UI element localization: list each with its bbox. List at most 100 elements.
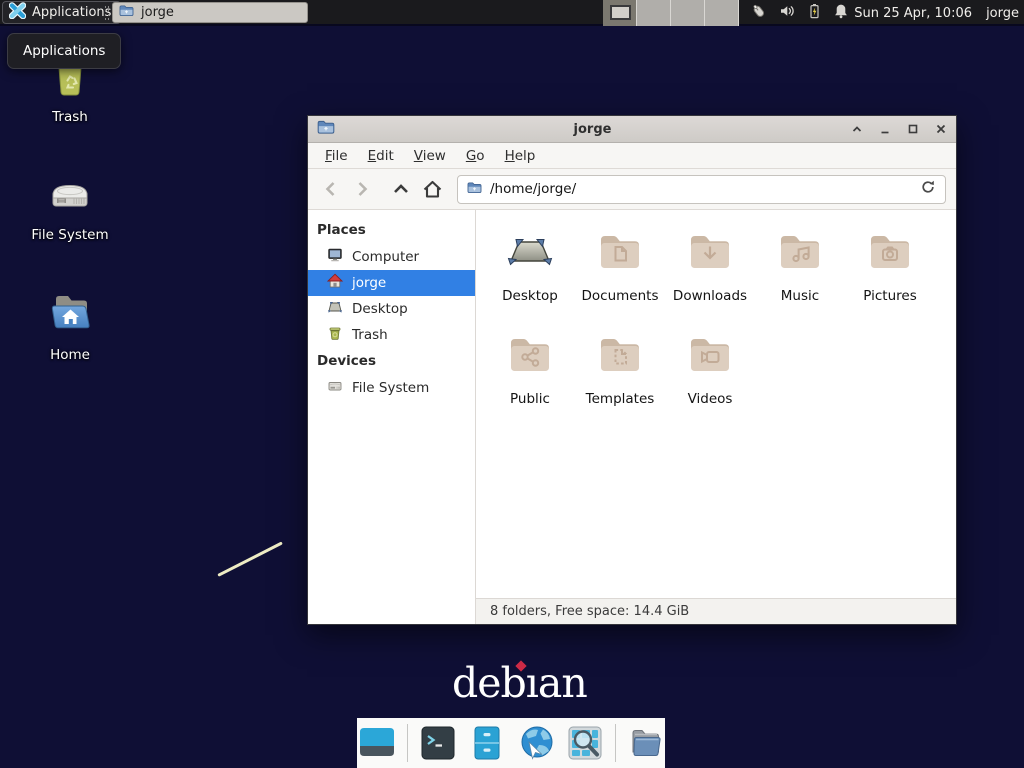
menu-help[interactable]: Help bbox=[495, 144, 546, 168]
file-item-label: Documents bbox=[582, 288, 659, 304]
sidebar-item-label: jorge bbox=[352, 275, 386, 291]
location-bar[interactable]: /home/jorge/ bbox=[457, 175, 946, 204]
pointer-device-icon[interactable] bbox=[750, 3, 768, 24]
sidebar-item-label: Computer bbox=[352, 249, 419, 265]
file-item-documents[interactable]: Documents bbox=[575, 226, 665, 304]
web-browser-icon[interactable] bbox=[517, 724, 555, 762]
directory-menu-icon[interactable] bbox=[627, 724, 665, 762]
debian-text-right: an bbox=[538, 659, 587, 707]
window-folder-icon bbox=[317, 118, 335, 140]
sidebar-item-file-system[interactable]: File System bbox=[308, 375, 475, 401]
file-item-label: Videos bbox=[688, 391, 733, 407]
desktop: Applications jorge bbox=[0, 0, 1024, 768]
xfce-logo-icon bbox=[9, 2, 26, 23]
menu-edit[interactable]: Edit bbox=[358, 144, 404, 168]
file-item-music[interactable]: Music bbox=[755, 226, 845, 304]
menu-file[interactable]: File bbox=[315, 144, 358, 168]
panel-clock[interactable]: Sun 25 Apr, 10:06 bbox=[854, 0, 972, 26]
panel-username[interactable]: jorge bbox=[986, 0, 1019, 26]
battery-icon[interactable] bbox=[807, 3, 822, 23]
sidebar-item-label: Trash bbox=[352, 327, 388, 343]
menubar: File Edit View Go Help bbox=[308, 143, 956, 169]
debian-wordmark: debıan bbox=[452, 659, 587, 707]
minimize-icon[interactable] bbox=[878, 123, 891, 136]
sidebar-item-trash[interactable]: Trash bbox=[308, 322, 475, 348]
user-home-icon bbox=[327, 273, 343, 293]
desktop-icon-label: Trash bbox=[52, 109, 88, 125]
music-folder-icon bbox=[776, 226, 824, 278]
path-text[interactable]: /home/jorge/ bbox=[490, 181, 912, 197]
hard-drive-icon bbox=[46, 168, 94, 220]
templates-folder-icon bbox=[596, 329, 644, 381]
show-desktop-icon[interactable] bbox=[358, 724, 396, 762]
desktop-surface-icon bbox=[506, 226, 554, 278]
file-manager-window: jorge File Edit View Go Help /home/jorge… bbox=[307, 115, 957, 625]
file-item-downloads[interactable]: Downloads bbox=[665, 226, 755, 304]
sidebar-item-jorge[interactable]: jorge bbox=[308, 270, 475, 296]
reload-icon[interactable] bbox=[920, 179, 936, 199]
application-finder-icon[interactable] bbox=[566, 724, 604, 762]
file-item-label: Desktop bbox=[502, 288, 558, 304]
sidebar-item-label: File System bbox=[352, 380, 429, 396]
file-item-label: Templates bbox=[586, 391, 655, 407]
shade-icon[interactable] bbox=[850, 123, 863, 136]
desktop-scratch-mark bbox=[217, 541, 283, 576]
pictures-folder-icon bbox=[866, 226, 914, 278]
home-icon[interactable] bbox=[419, 176, 445, 202]
workspace-3[interactable] bbox=[671, 0, 705, 26]
notification-bell-icon[interactable] bbox=[833, 3, 849, 23]
window-titlebar[interactable]: jorge bbox=[308, 116, 956, 143]
forward-icon[interactable] bbox=[349, 176, 375, 202]
workspace-window-preview bbox=[610, 5, 631, 20]
terminal-icon[interactable] bbox=[419, 724, 457, 762]
up-icon[interactable] bbox=[388, 176, 414, 202]
videos-folder-icon bbox=[686, 329, 734, 381]
sidebar-item-desktop[interactable]: Desktop bbox=[308, 296, 475, 322]
system-tray bbox=[750, 0, 849, 26]
document-folder-icon bbox=[596, 226, 644, 278]
top-panel: Applications jorge bbox=[0, 0, 1024, 26]
file-item-public[interactable]: Public bbox=[485, 329, 575, 407]
applications-tooltip: Applications bbox=[7, 33, 121, 69]
statusbar: 8 folders, Free space: 14.4 GiB bbox=[476, 598, 956, 624]
toolbar: /home/jorge/ bbox=[308, 169, 956, 210]
file-view[interactable]: Desktop Documents bbox=[476, 210, 956, 624]
share-folder-icon bbox=[506, 329, 554, 381]
file-item-label: Downloads bbox=[673, 288, 747, 304]
workspace-pager bbox=[603, 0, 739, 26]
workspace-4[interactable] bbox=[705, 0, 739, 26]
sidebar-item-computer[interactable]: Computer bbox=[308, 244, 475, 270]
sidebar: Places Computer bbox=[308, 210, 476, 624]
task-folder-icon bbox=[119, 3, 134, 22]
file-item-videos[interactable]: Videos bbox=[665, 329, 755, 407]
dock-separator bbox=[615, 724, 616, 762]
file-cabinet-icon[interactable] bbox=[468, 724, 506, 762]
desktop-icon-label: File System bbox=[31, 227, 108, 243]
taskbar-window-button[interactable]: jorge bbox=[112, 2, 308, 23]
file-item-pictures[interactable]: Pictures bbox=[845, 226, 935, 304]
menu-view[interactable]: View bbox=[404, 144, 456, 168]
drive-small-icon bbox=[327, 378, 343, 398]
sidebar-item-label: Desktop bbox=[352, 301, 408, 317]
desktop-icon-file-system[interactable]: File System bbox=[22, 168, 118, 243]
desktop-surface-small-icon bbox=[327, 299, 343, 319]
panel-separator-handle[interactable] bbox=[104, 5, 109, 21]
home-folder-icon bbox=[46, 288, 94, 340]
file-item-desktop[interactable]: Desktop bbox=[485, 226, 575, 304]
window-title: jorge bbox=[335, 122, 850, 137]
file-item-label: Music bbox=[781, 288, 819, 304]
workspace-1[interactable] bbox=[603, 0, 637, 26]
close-icon[interactable] bbox=[934, 123, 947, 136]
path-folder-icon bbox=[467, 180, 482, 199]
desktop-icon-home[interactable]: Home bbox=[22, 288, 118, 363]
applications-menu-label: Applications bbox=[32, 5, 111, 20]
dock-separator bbox=[407, 724, 408, 762]
volume-icon[interactable] bbox=[779, 3, 796, 23]
menu-go[interactable]: Go bbox=[456, 144, 495, 168]
back-icon[interactable] bbox=[318, 176, 344, 202]
download-folder-icon bbox=[686, 226, 734, 278]
workspace-2[interactable] bbox=[637, 0, 671, 26]
file-item-templates[interactable]: Templates bbox=[575, 329, 665, 407]
trash-small-icon bbox=[327, 325, 343, 345]
maximize-icon[interactable] bbox=[906, 123, 919, 136]
